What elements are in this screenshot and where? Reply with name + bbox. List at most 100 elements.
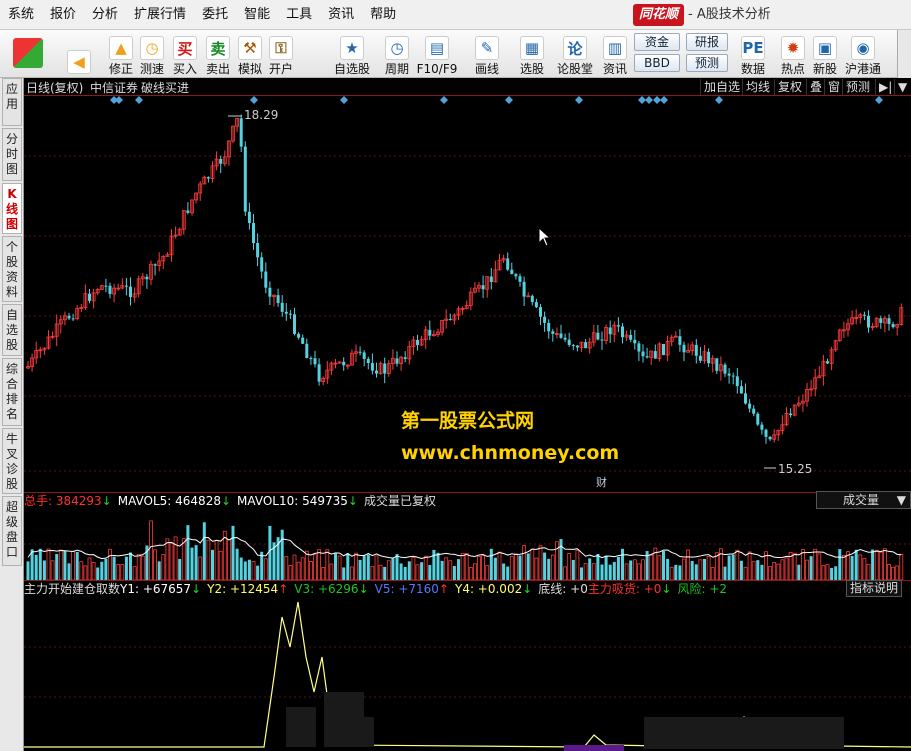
left-tab-1[interactable]: 分时图 <box>2 128 22 181</box>
volume-bar-up <box>891 566 895 580</box>
menu-extended-market[interactable]: 扩展行情 <box>126 0 194 30</box>
volume-bar-down <box>440 560 444 580</box>
toolbar-button-16[interactable]: ▣ 新股 <box>808 32 842 76</box>
candle-body-down <box>575 345 579 348</box>
indicator-name[interactable]: 破线买进 <box>141 79 189 96</box>
candle-body-down <box>735 376 739 387</box>
volume-bar-up <box>686 549 690 580</box>
volume-panel[interactable] <box>24 509 911 580</box>
volume-bar-down <box>457 559 460 580</box>
candle-body-down <box>682 344 686 353</box>
volume-bar-up <box>79 561 84 580</box>
indicator-title-item-2: ↓ <box>191 582 202 596</box>
left-tab-2[interactable]: K线图 <box>2 183 22 234</box>
ma-button[interactable]: 均线 <box>742 79 773 95</box>
toolbar-button-1[interactable]: ▲ 修正 <box>104 32 138 76</box>
menu-smart[interactable]: 智能 <box>236 0 278 30</box>
toolbar-button-14[interactable]: PE 数据 <box>736 32 770 76</box>
candle-body-down <box>362 352 366 359</box>
layout-icon[interactable] <box>8 32 48 76</box>
left-tab-3[interactable]: 个股资料 <box>2 236 22 302</box>
volume-bar-down <box>506 566 510 580</box>
small-button-0[interactable]: 资金 <box>634 33 680 51</box>
left-tab-0[interactable]: 应用 <box>2 78 22 126</box>
toolbar-button-5[interactable]: ⚒ 模拟 <box>233 32 267 76</box>
mavol-line <box>27 536 902 560</box>
menu-help[interactable]: 帮助 <box>362 0 404 30</box>
menu-analysis[interactable]: 分析 <box>84 0 126 30</box>
volume-bar-up <box>632 559 637 580</box>
volume-bar-up <box>485 565 490 580</box>
overlay-button[interactable]: 叠 <box>806 79 825 95</box>
volume-bar-down <box>580 567 583 580</box>
volume-bar-down <box>756 560 760 580</box>
toolbar-button-8[interactable]: ◷ 周期 <box>380 32 414 76</box>
volume-bar-up <box>772 561 777 580</box>
forecast-button[interactable]: 预测 <box>842 79 873 95</box>
dropdown-button[interactable]: ▼ <box>894 79 910 95</box>
toolbar-button-3[interactable]: 买买入 <box>168 32 202 76</box>
left-tab-6[interactable]: 牛叉诊股 <box>2 428 22 494</box>
volume-bar-down <box>809 556 813 580</box>
small-button-3[interactable]: 预测 <box>686 54 728 72</box>
toolbar-scroll[interactable] <box>897 30 911 78</box>
toolbar-button-13[interactable]: ▥ 资讯 <box>598 32 632 76</box>
indicator-panel[interactable] <box>24 597 911 751</box>
volume-indicator-select[interactable]: 成交量 ▼ <box>816 491 911 509</box>
period-label[interactable]: 日线(复权) <box>26 79 83 96</box>
left-tab-4[interactable]: 自选股 <box>2 304 22 356</box>
candle-body-down <box>879 318 883 323</box>
small-button-1[interactable]: 研报 <box>686 33 728 51</box>
menu-trade[interactable]: 委托 <box>194 0 236 30</box>
indicator-chart[interactable] <box>24 597 911 751</box>
add-favorite-button[interactable]: 加自选 <box>700 79 743 95</box>
toolbar-button-9[interactable]: ▤ F10/F9 <box>417 32 457 76</box>
menu-quote[interactable]: 报价 <box>42 0 84 30</box>
toolbar-icon-11: ▦ <box>520 36 544 60</box>
left-tab-5[interactable]: 综合排名 <box>2 358 22 426</box>
indicator-title-item-0: 主力开始建仓取数 <box>24 582 121 596</box>
volume-bar-down <box>526 553 530 580</box>
menu-bar: 系统 报价 分析 扩展行情 委托 智能 工具 资讯 帮助 <box>0 0 911 30</box>
toolbar-button-4[interactable]: 卖卖出 <box>201 32 235 76</box>
toolbar-button-17[interactable]: ◉ 沪港通 <box>845 32 881 76</box>
candle-body-down <box>67 315 71 319</box>
indicator-shadow-3 <box>644 717 844 749</box>
volume-bar-up <box>477 556 481 580</box>
menu-tools[interactable]: 工具 <box>278 0 320 30</box>
toolbar-button-12[interactable]: 论论股堂 <box>557 32 593 76</box>
play-end-button[interactable]: ▶| <box>875 79 895 95</box>
toolbar-label-6: 开户 <box>268 62 293 76</box>
window-button[interactable]: 窗 <box>824 79 843 95</box>
toolbar-button-2[interactable]: ◷ 测速 <box>135 32 169 76</box>
volume-bar-up <box>140 555 145 580</box>
volume-bar-up <box>747 551 752 580</box>
volume-bar-up <box>842 555 846 580</box>
volume-bar-up <box>522 545 527 580</box>
volume-bar-up <box>497 551 502 580</box>
toolbar-button-11[interactable]: ▦ 选股 <box>515 32 549 76</box>
small-button-2[interactable]: BBD <box>634 54 680 72</box>
volume-chart[interactable] <box>24 509 911 580</box>
volume-bar-up <box>669 566 674 580</box>
finance-marker[interactable]: 财 <box>596 474 607 490</box>
toolbar-button-0[interactable]: ◀ <box>62 32 96 76</box>
volume-bar-up <box>883 548 887 580</box>
volume-bar-down <box>334 553 337 580</box>
toolbar-button-6[interactable]: ⚿ 开户 <box>264 32 298 76</box>
toolbar-button-10[interactable]: ✎ 画线 <box>470 32 504 76</box>
volume-bar-down <box>366 554 370 580</box>
menu-news[interactable]: 资讯 <box>320 0 362 30</box>
toolbar-button-7[interactable]: ★ 自选股 <box>334 32 370 76</box>
candle-body-down <box>633 339 637 344</box>
volume-bar-up <box>321 567 326 580</box>
left-tab-7[interactable]: 超级盘口 <box>2 496 22 566</box>
toolbar-button-15[interactable]: ✹ 热点 <box>776 32 810 76</box>
menu-system[interactable]: 系统 <box>0 0 42 30</box>
toolbar-icon-12: 论 <box>563 36 587 60</box>
volume-bar-up <box>136 554 141 580</box>
indicator-explain-button[interactable]: 指标说明 <box>846 580 902 597</box>
adjust-button[interactable]: 复权 <box>774 79 805 95</box>
indicator-title-item-9: Y4: +0.002 <box>454 582 523 596</box>
volume-bar-down <box>731 554 735 580</box>
